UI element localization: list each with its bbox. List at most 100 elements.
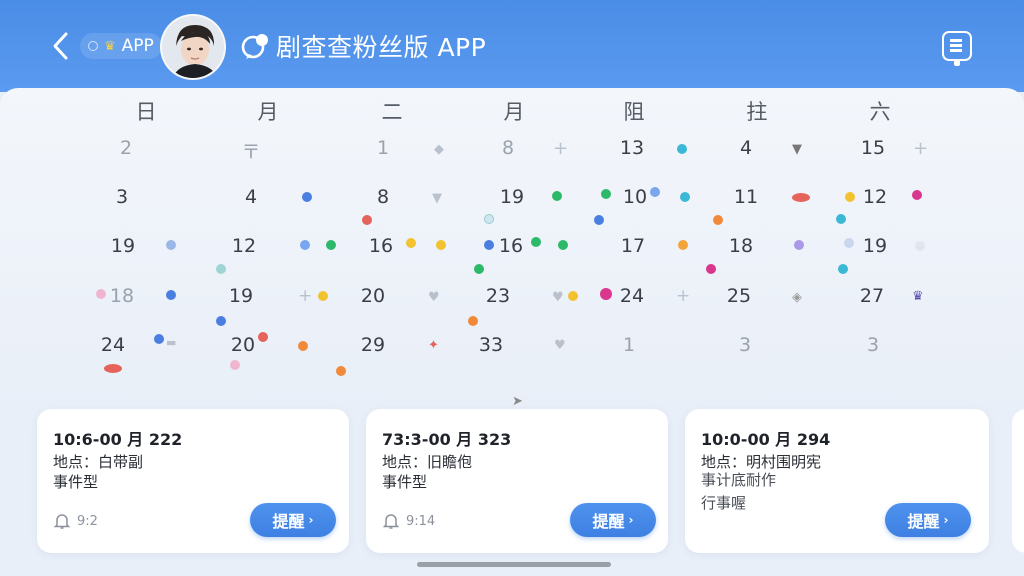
event-dot-icon bbox=[594, 215, 604, 225]
event-dot-icon bbox=[568, 291, 578, 301]
event-dot-icon bbox=[166, 240, 176, 250]
back-button[interactable] bbox=[46, 30, 74, 62]
event-dot-icon bbox=[838, 264, 848, 274]
event-dot-icon bbox=[298, 341, 308, 351]
event-dot-icon bbox=[915, 241, 925, 251]
plus-icon: + bbox=[913, 138, 929, 159]
calendar-day[interactable]: 8 bbox=[358, 186, 408, 208]
event-dot-icon bbox=[436, 240, 446, 250]
calendar-day[interactable]: 20 bbox=[348, 285, 398, 307]
calendar-day[interactable]: 8 bbox=[483, 137, 533, 159]
calendar-day[interactable]: 17 bbox=[608, 235, 658, 257]
dash-icon: ▬ bbox=[166, 336, 177, 349]
event-type: 事计底耐作 bbox=[701, 471, 777, 489]
calendar-day[interactable]: 4 bbox=[226, 186, 276, 208]
event-card[interactable]: 10:6-00 月 222 地点：白带副 事件型 9:2 提醒 › bbox=[37, 409, 349, 553]
calendar-day[interactable]: 16 bbox=[356, 235, 406, 257]
reminder-time: 9:2 bbox=[77, 513, 98, 529]
event-dot-icon bbox=[677, 144, 687, 154]
calendar-day[interactable]: 27 bbox=[847, 285, 897, 307]
next-card-peek[interactable] bbox=[1012, 409, 1024, 553]
calendar-day[interactable]: 24 bbox=[88, 334, 138, 356]
weekday-label: 日 bbox=[135, 100, 157, 124]
calendar-day[interactable]: 1 bbox=[604, 334, 654, 356]
event-dot-icon bbox=[216, 316, 226, 326]
calendar-day[interactable]: 4 bbox=[721, 137, 771, 159]
event-dot-icon bbox=[713, 215, 723, 225]
calendar-day[interactable]: 19 bbox=[98, 235, 148, 257]
calendar-day[interactable]: 13 bbox=[607, 137, 657, 159]
event-dot-icon bbox=[326, 240, 336, 250]
calendar-day[interactable]: 15 bbox=[848, 137, 898, 159]
event-card[interactable]: 10:0-00 月 294 地点：明村围明宪 事计底耐作 行事喔 提醒 › bbox=[685, 409, 989, 553]
event-dot-icon bbox=[96, 289, 106, 299]
event-type: 事件型 bbox=[53, 473, 99, 491]
event-dot-icon bbox=[552, 191, 562, 201]
event-dot-icon bbox=[318, 291, 328, 301]
weekday-label: 阻 bbox=[623, 100, 645, 124]
app-badge[interactable]: ♛ APP bbox=[80, 33, 162, 59]
pin-icon: ◆ bbox=[434, 142, 444, 157]
weekday-label: 六 bbox=[869, 100, 891, 124]
calendar-day[interactable]: 29 bbox=[348, 334, 398, 356]
plus-icon: + bbox=[298, 286, 313, 306]
event-dot-icon bbox=[912, 190, 922, 200]
bow-icon: ✦ bbox=[428, 338, 439, 353]
chevron-left-icon bbox=[53, 32, 68, 60]
event-dot-icon bbox=[104, 364, 122, 373]
event-dot-icon bbox=[302, 192, 312, 202]
calendar-day[interactable]: 19 bbox=[487, 186, 537, 208]
calendar-day[interactable]: 1 bbox=[358, 137, 408, 159]
page-title-text: 剧查查粉丝版 APP bbox=[276, 33, 487, 62]
remind-button-label: 提醒 bbox=[272, 512, 305, 531]
calendar-day[interactable]: 12 bbox=[219, 235, 269, 257]
reminder-info: 9:14 bbox=[382, 512, 435, 530]
remind-button[interactable]: 提醒 › bbox=[570, 503, 656, 537]
remind-button-label: 提醒 bbox=[907, 512, 940, 531]
calendar-day[interactable]: 3 bbox=[97, 186, 147, 208]
avatar[interactable] bbox=[160, 14, 226, 80]
heart-icon: ♥ bbox=[554, 338, 566, 353]
event-dot-icon bbox=[706, 264, 716, 274]
weekday-label: 二 bbox=[381, 100, 403, 124]
calendar-day[interactable]: 18 bbox=[716, 235, 766, 257]
event-time: 10:0-00 月 294 bbox=[701, 430, 831, 449]
chevron-right-icon: › bbox=[628, 513, 634, 527]
event-dot-icon bbox=[362, 215, 372, 225]
calendar-day[interactable]: 19 bbox=[850, 235, 900, 257]
top-bar: ♛ APP 剧查查粉丝版 APP bbox=[0, 0, 1024, 92]
calendar-day[interactable]: 3 bbox=[848, 334, 898, 356]
calendar-day[interactable]: 2 bbox=[101, 137, 151, 159]
event-dot-icon bbox=[166, 290, 176, 300]
event-dot-icon bbox=[258, 332, 268, 342]
page-title: 剧查查粉丝版 APP bbox=[240, 28, 486, 64]
calendar-day[interactable]: 12 bbox=[850, 186, 900, 208]
event-dot-icon bbox=[300, 240, 310, 250]
calendar-day[interactable]: 25 bbox=[714, 285, 764, 307]
event-dot-icon bbox=[844, 238, 854, 248]
event-dot-icon bbox=[845, 192, 855, 202]
calendar-day[interactable]: 23 bbox=[473, 285, 523, 307]
event-dot-icon bbox=[792, 193, 810, 202]
remind-button[interactable]: 提醒 › bbox=[250, 503, 336, 537]
weekday-label: 月 bbox=[257, 100, 279, 124]
event-type: 事件型 bbox=[382, 473, 428, 491]
menu-icon[interactable] bbox=[942, 31, 972, 66]
event-time: 10:6-00 月 222 bbox=[53, 430, 183, 449]
event-dot-icon bbox=[678, 240, 688, 250]
calendar-day[interactable]: 〒 bbox=[226, 137, 276, 164]
event-dot-icon bbox=[558, 240, 568, 250]
event-dot-icon bbox=[336, 366, 346, 376]
event-dot-icon bbox=[836, 214, 846, 224]
user-avatar-image bbox=[162, 16, 224, 78]
home-indicator[interactable] bbox=[417, 562, 611, 567]
event-note: 行事喔 bbox=[701, 494, 747, 512]
calendar-day[interactable]: 33 bbox=[466, 334, 516, 356]
reminder-time: 9:14 bbox=[406, 513, 436, 529]
calendar-day[interactable]: 24 bbox=[607, 285, 657, 307]
remind-button[interactable]: 提醒 › bbox=[885, 503, 971, 537]
calendar-day[interactable]: 3 bbox=[720, 334, 770, 356]
event-card[interactable]: 73:3-00 月 323 地点：旧瞻佨 事件型 9:14 提醒 › bbox=[366, 409, 668, 553]
calendar-day[interactable]: 11 bbox=[721, 186, 771, 208]
calendar-day[interactable]: 19 bbox=[216, 285, 266, 307]
